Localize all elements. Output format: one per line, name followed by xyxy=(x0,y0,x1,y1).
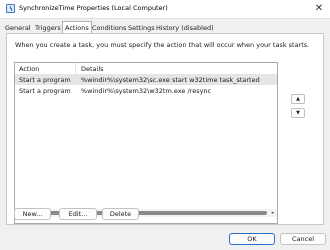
task-scheduler-icon xyxy=(6,4,15,13)
row-details: %windir%\system32\w32tm.exe /resync xyxy=(81,87,212,95)
arrow-up-icon: ▲ xyxy=(296,96,300,102)
row-action: Start a program xyxy=(19,87,71,95)
list-header: Action Details xyxy=(15,63,277,75)
move-down-button[interactable]: ▼ xyxy=(291,108,305,118)
new-button[interactable]: New... xyxy=(14,208,51,220)
list-row[interactable]: Start a program %windir%\system32\sc.exe… xyxy=(15,75,277,85)
actions-list[interactable]: Action Details Start a program %windir%\… xyxy=(14,62,278,224)
cancel-button[interactable]: Cancel xyxy=(280,233,326,245)
delete-button[interactable]: Delete xyxy=(102,208,139,220)
row-details: %windir%\system32\sc.exe start w32time t… xyxy=(81,76,260,84)
move-up-button[interactable]: ▲ xyxy=(291,94,305,104)
list-row[interactable]: Start a program %windir%\system32\w32tm.… xyxy=(15,86,277,96)
horizontal-scrollbar[interactable]: ◂ ▸ xyxy=(15,209,277,217)
actions-panel: When you create a task, you must specify… xyxy=(6,33,324,225)
column-separator[interactable] xyxy=(75,63,76,74)
title-bar: SynchronizeTime Properties (Local Comput… xyxy=(0,0,330,19)
instructions-text: When you create a task, you must specify… xyxy=(15,41,310,49)
window-title: SynchronizeTime Properties (Local Comput… xyxy=(19,4,168,12)
scroll-right-icon[interactable]: ▸ xyxy=(269,209,277,217)
column-header-action[interactable]: Action xyxy=(19,65,39,73)
row-action: Start a program xyxy=(19,76,71,84)
ok-button[interactable]: OK xyxy=(229,233,275,245)
arrow-down-icon: ▼ xyxy=(296,110,300,116)
column-header-details[interactable]: Details xyxy=(81,65,104,73)
close-button[interactable]: ✕ xyxy=(312,2,326,16)
edit-button[interactable]: Edit... xyxy=(59,208,97,220)
